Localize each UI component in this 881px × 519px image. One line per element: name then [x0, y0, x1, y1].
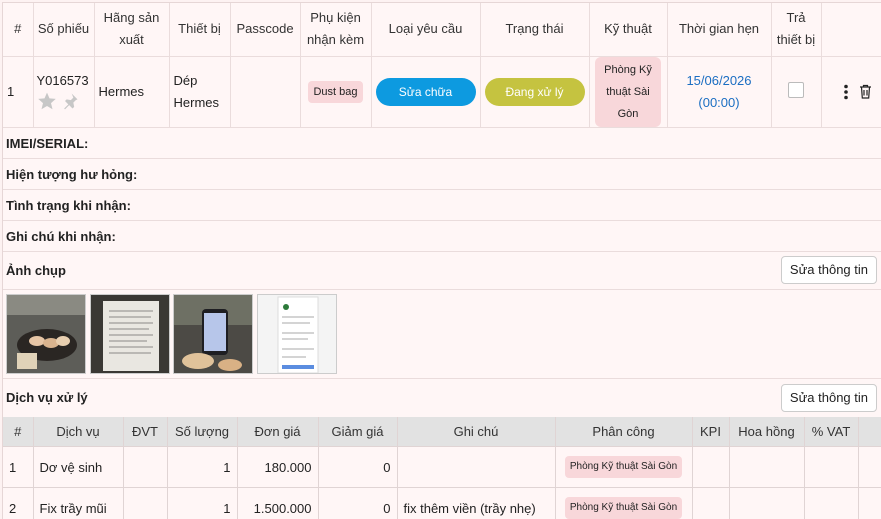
svc-service: Dơ vệ sinh	[33, 446, 124, 488]
photos-section-title: Ảnh chụp	[6, 262, 66, 278]
passcode-cell	[230, 56, 301, 128]
svc-discount: 0	[318, 487, 398, 519]
note-label: Ghi chú khi nhận:	[3, 221, 881, 252]
actions-cell	[821, 56, 881, 128]
svc-header-extra	[858, 416, 881, 447]
svc-assignee-cell: Phòng Kỹ thuật Sài Gòn	[555, 446, 693, 488]
photo-thumbnail[interactable]	[257, 293, 337, 374]
svc-header-qty: Số lượng	[167, 416, 238, 447]
svc-header-service: Dịch vụ	[33, 416, 124, 447]
header-index: #	[3, 3, 34, 57]
pin-icon[interactable]	[60, 91, 80, 111]
svc-discount: 0	[318, 446, 398, 488]
header-passcode: Passcode	[230, 3, 301, 57]
request-type-button[interactable]: Sửa chữa	[375, 77, 476, 106]
trash-icon[interactable]	[859, 84, 872, 99]
appointment-time[interactable]: (00:00)	[672, 92, 767, 114]
request-type-cell: Sửa chữa	[371, 56, 481, 128]
header-request-type: Loại yêu cầu	[371, 3, 481, 57]
photos-strip	[3, 290, 881, 379]
svc-unit	[123, 487, 168, 519]
header-brand: Hãng sản xuất	[94, 3, 170, 57]
return-device-cell	[771, 56, 822, 128]
svc-assignee-cell: Phòng Kỹ thuật Sài Gòn	[555, 487, 693, 519]
svc-price: 180.000	[237, 446, 319, 488]
svc-qty: 1	[167, 446, 238, 488]
svc-index: 2	[3, 487, 34, 519]
svc-header-commission: Hoa hồng	[729, 416, 805, 447]
svc-header-index: #	[3, 416, 34, 447]
status-button[interactable]: Đang xử lý	[484, 77, 585, 106]
ticket-table-header: # Số phiếu Hãng sản xuất Thiết bị Passco…	[3, 3, 881, 57]
services-table-header: # Dịch vụ ĐVT Số lượng Đơn giá Giảm giá …	[3, 416, 881, 447]
svc-commission	[729, 487, 805, 519]
accessory-cell: Dust bag	[300, 56, 372, 128]
imei-label: IMEI/SERIAL:	[3, 128, 881, 159]
edit-services-button[interactable]: Sửa thông tin	[780, 383, 877, 412]
table-row: 1 Dơ vệ sinh 1 180.000 0 Phòng Kỹ thuật …	[3, 446, 881, 488]
return-device-checkbox[interactable]	[788, 82, 804, 98]
svc-commission	[729, 446, 805, 488]
svc-index: 1	[3, 446, 34, 488]
ticket-table: # Số phiếu Hãng sản xuất Thiết bị Passco…	[3, 3, 881, 128]
svc-vat	[804, 487, 859, 519]
accessory-badge: Dust bag	[308, 80, 363, 103]
svc-header-unit: ĐVT	[123, 416, 168, 447]
svc-kpi	[692, 487, 730, 519]
svc-header-assignee: Phân công	[555, 416, 693, 447]
photos-section-header: Ảnh chụp Sửa thông tin	[3, 252, 881, 290]
assignee-badge[interactable]: Phòng Kỹ thuật Sài Gòn	[564, 497, 683, 519]
table-row: 1 Y016573 Hermes Dép Hermes Dust bag Sửa…	[3, 56, 881, 128]
device-cell: Dép Hermes	[169, 56, 231, 128]
header-device: Thiết bị	[169, 3, 231, 57]
more-vertical-icon[interactable]	[843, 84, 849, 100]
svc-header-discount: Giảm giá	[318, 416, 398, 447]
header-appointment: Thời gian hẹn	[667, 3, 772, 57]
services-table: # Dịch vụ ĐVT Số lượng Đơn giá Giảm giá …	[3, 416, 881, 519]
svc-header-vat: % VAT	[804, 416, 859, 447]
table-row: 2 Fix trầy mũi 1 1.500.000 0 fix thêm vi…	[3, 487, 881, 519]
svc-kpi	[692, 446, 730, 488]
header-status: Trạng thái	[480, 3, 590, 57]
svc-note	[397, 446, 556, 488]
header-accessory: Phụ kiện nhận kèm	[300, 3, 372, 57]
svc-header-note: Ghi chú	[397, 416, 556, 447]
appointment-date[interactable]: 15/06/2026	[672, 70, 767, 92]
header-ticket-no: Số phiếu	[33, 3, 95, 57]
header-actions	[821, 3, 881, 57]
brand-cell: Hermes	[94, 56, 170, 128]
header-technician: Kỹ thuật	[589, 3, 668, 57]
photo-thumbnail[interactable]	[90, 293, 170, 374]
svc-header-price: Đơn giá	[237, 416, 319, 447]
ticket-no-cell: Y016573	[33, 56, 95, 128]
ticket-no[interactable]: Y016573	[37, 73, 90, 89]
technician-badge[interactable]: Phòng Kỹ thuật Sài Gòn	[595, 56, 661, 127]
svc-note: fix thêm viền (trầy nhẹ)	[397, 487, 556, 519]
svc-service: Fix trầy mũi	[33, 487, 124, 519]
svc-price: 1.500.000	[237, 487, 319, 519]
services-section-header: Dịch vụ xử lý Sửa thông tin	[3, 379, 881, 417]
photo-thumbnail[interactable]	[173, 293, 253, 374]
services-section-title: Dịch vụ xử lý	[6, 389, 88, 405]
assignee-badge[interactable]: Phòng Kỹ thuật Sài Gòn	[564, 456, 683, 478]
appointment-cell: 15/06/2026 (00:00)	[667, 56, 772, 128]
svc-extra	[858, 487, 881, 519]
damage-label: Hiện tượng hư hỏng:	[3, 159, 881, 190]
edit-photos-button[interactable]: Sửa thông tin	[780, 255, 877, 284]
svc-header-kpi: KPI	[692, 416, 730, 447]
condition-label: Tình trạng khi nhận:	[3, 190, 881, 221]
svc-unit	[123, 446, 168, 488]
svc-extra	[858, 446, 881, 488]
svc-vat	[804, 446, 859, 488]
status-cell: Đang xử lý	[480, 56, 590, 128]
svc-qty: 1	[167, 487, 238, 519]
row-index: 1	[3, 56, 34, 128]
header-return-device: Trả thiết bị	[771, 3, 822, 57]
photo-thumbnail[interactable]	[6, 293, 86, 374]
star-icon[interactable]	[37, 91, 57, 111]
technician-cell: Phòng Kỹ thuật Sài Gòn	[589, 56, 668, 128]
ticket-detail-panel: # Số phiếu Hãng sản xuất Thiết bị Passco…	[2, 2, 881, 519]
